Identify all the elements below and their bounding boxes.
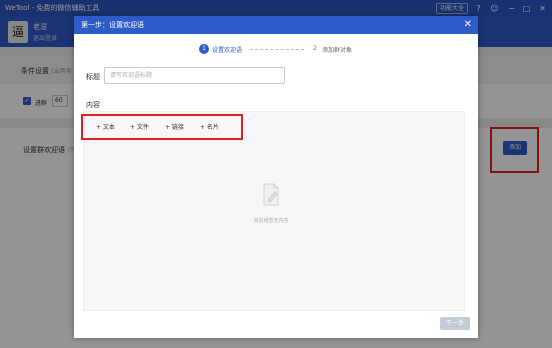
step-connector [250, 49, 304, 50]
dialog-title: 第一步：设置欢迎语 [81, 21, 144, 29]
dialog-close-icon[interactable]: ✕ [464, 18, 472, 31]
step-1-number: 1 [199, 44, 209, 54]
title-label: 标题 [86, 73, 100, 81]
step-2-label: 添加群对象 [322, 47, 353, 54]
content-editor[interactable] [83, 111, 465, 311]
welcome-dialog: 第一步：设置欢迎语 ✕ 1 设置欢迎语 2 添加群对象 标题 内容 + 文本 +… [74, 16, 478, 338]
toolbar-highlight [81, 114, 243, 140]
step-1-label: 设置欢迎语 [212, 47, 243, 54]
empty-document-icon [263, 183, 279, 206]
dialog-header: 第一步：设置欢迎语 ✕ [74, 16, 478, 34]
next-step-button[interactable]: 下一步 [440, 317, 470, 330]
step-2-number: 2 [313, 45, 317, 52]
empty-state-text: 消息组暂无内容 [253, 218, 289, 224]
title-input[interactable] [104, 67, 285, 84]
content-label: 内容 [86, 101, 100, 109]
